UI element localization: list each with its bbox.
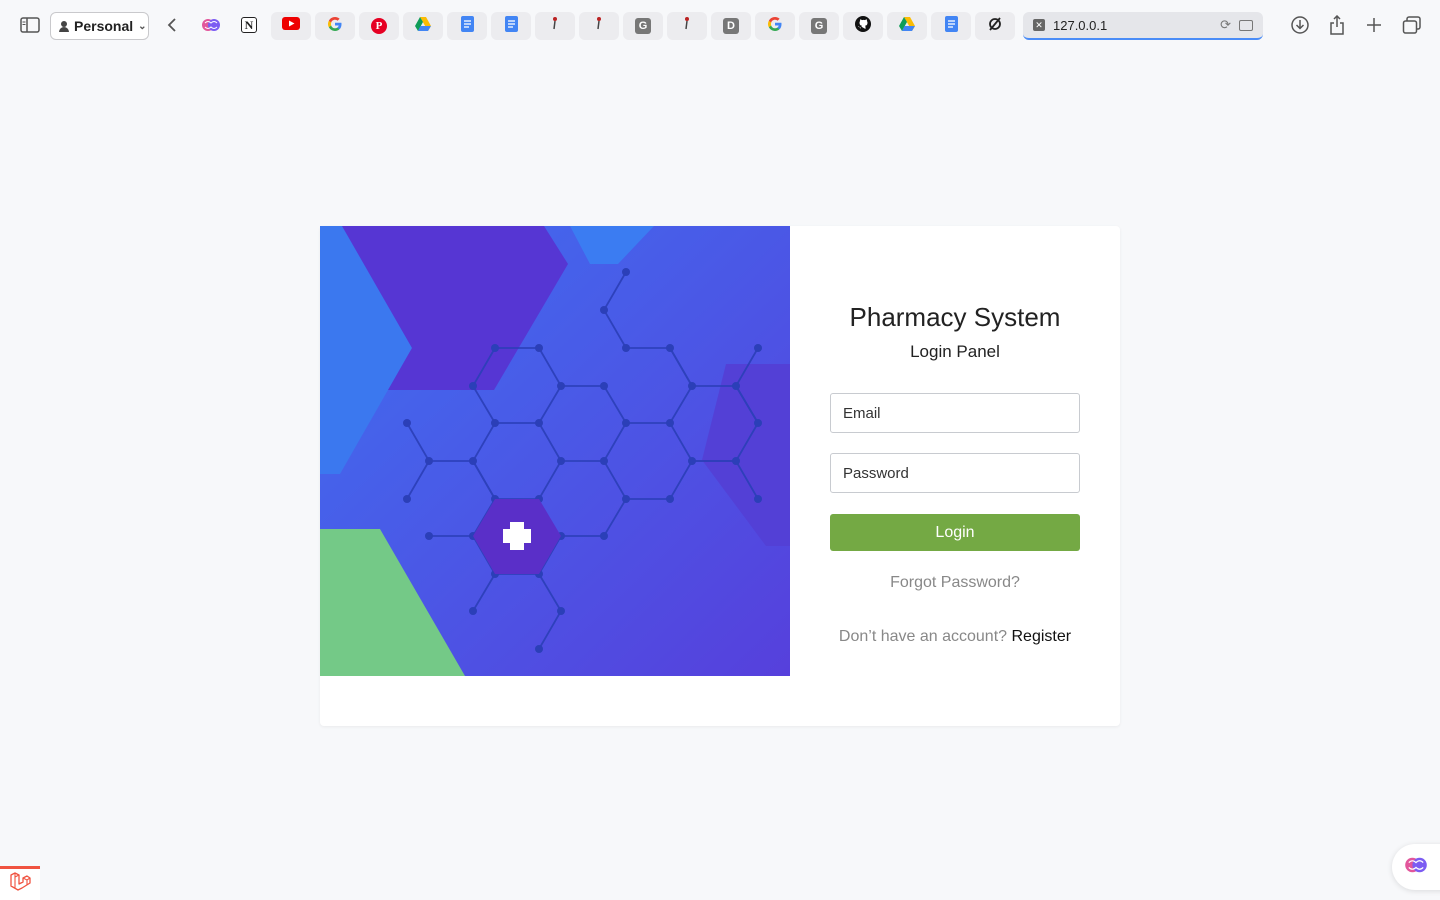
google-icon	[327, 16, 343, 37]
figure-icon	[595, 16, 603, 37]
tab-google-drive[interactable]	[403, 12, 443, 40]
address-url: 127.0.0.1	[1053, 17, 1108, 33]
tab-google-docs[interactable]	[447, 12, 487, 40]
reload-icon[interactable]: ⟳	[1220, 17, 1231, 33]
brain-icon	[1404, 853, 1428, 882]
google-icon	[767, 16, 783, 37]
browser-toolbar: Personal ⌄ N P G D G ✕ 127.0.0.1 ⟳	[0, 0, 1440, 52]
reader-mode-icon[interactable]	[1239, 19, 1253, 31]
profile-label: Personal	[74, 18, 134, 34]
tab-empty-set[interactable]	[975, 12, 1015, 40]
share-icon[interactable]	[1325, 13, 1349, 37]
google-drive-icon	[899, 16, 915, 36]
figure-icon	[551, 16, 559, 37]
register-prompt: Don’t have an account?	[838, 628, 1008, 645]
google-docs-icon	[944, 15, 958, 37]
tab-google[interactable]	[315, 12, 355, 40]
page-title: Pharmacy System	[849, 302, 1061, 332]
forgot-password-link[interactable]: Forgot Password?	[790, 574, 1120, 592]
tab-figure[interactable]	[667, 12, 707, 40]
hero-illustration	[320, 226, 790, 676]
login-card: Pharmacy System Login Panel Login Forgot…	[320, 226, 1120, 726]
gray-g-icon: G	[635, 18, 651, 34]
login-panel: Pharmacy System Login Panel Login Forgot…	[790, 226, 1120, 676]
password-field[interactable]	[830, 453, 1080, 493]
register-row: Don’t have an account? Register	[790, 628, 1120, 646]
person-icon	[59, 20, 69, 32]
tab-github[interactable]	[843, 12, 883, 40]
google-drive-icon	[415, 16, 431, 36]
download-icon[interactable]	[1288, 13, 1312, 37]
login-button[interactable]: Login	[830, 514, 1080, 551]
notion-icon[interactable]: N	[237, 13, 261, 37]
tab-gray-d[interactable]: D	[711, 12, 751, 40]
github-icon	[855, 15, 871, 37]
tab-pinterest[interactable]: P	[359, 12, 399, 40]
register-link[interactable]: Register	[1012, 628, 1072, 645]
assistant-widget[interactable]	[1392, 844, 1440, 890]
google-docs-icon	[504, 15, 518, 37]
email-field[interactable]	[830, 393, 1080, 433]
figure-icon	[683, 16, 691, 37]
tab-google-docs[interactable]	[491, 12, 531, 40]
tab-google[interactable]	[755, 12, 795, 40]
new-tab-icon[interactable]	[1362, 13, 1386, 37]
tab-gray-g[interactable]: G	[799, 12, 839, 40]
back-icon[interactable]	[160, 13, 184, 37]
brain-icon[interactable]	[199, 13, 223, 37]
site-favicon-icon: ✕	[1033, 19, 1045, 31]
gray-d-icon: D	[723, 18, 739, 34]
pinterest-icon: P	[371, 18, 387, 34]
youtube-icon	[282, 17, 300, 35]
tab-gray-g[interactable]: G	[623, 12, 663, 40]
laravel-debug-badge[interactable]	[0, 866, 40, 900]
tab-youtube[interactable]	[271, 12, 311, 40]
tab-figure[interactable]	[579, 12, 619, 40]
tab-google-docs[interactable]	[931, 12, 971, 40]
empty-set-icon	[987, 16, 1003, 37]
page-subtitle: Login Panel	[910, 342, 1000, 361]
profile-switcher[interactable]: Personal ⌄	[50, 12, 149, 40]
tab-google-drive[interactable]	[887, 12, 927, 40]
chevron-down-icon: ⌄	[138, 20, 147, 32]
google-docs-icon	[460, 15, 474, 37]
sidebar-toggle-icon[interactable]	[18, 13, 42, 37]
tab-overview-icon[interactable]	[1400, 13, 1424, 37]
address-bar[interactable]: ✕ 127.0.0.1 ⟳	[1023, 12, 1263, 40]
gray-g-icon: G	[811, 18, 827, 34]
laravel-icon	[9, 872, 31, 897]
tab-figure[interactable]	[535, 12, 575, 40]
